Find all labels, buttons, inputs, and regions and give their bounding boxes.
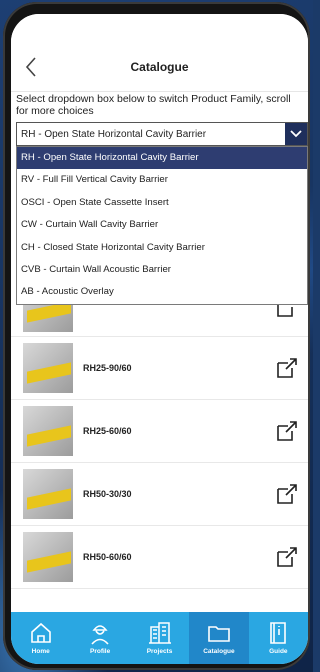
phone-frame: Catalogue Select dropdown box below to s… xyxy=(3,2,310,670)
select-value: RH - Open State Horizontal Cavity Barrie… xyxy=(21,128,207,140)
nav-label: Catalogue xyxy=(203,648,235,655)
nav-catalogue[interactable]: Catalogue xyxy=(189,612,249,664)
nav-label: Projects xyxy=(146,648,173,655)
list-item[interactable]: RH25-90/60 xyxy=(11,337,308,400)
chevron-down-icon xyxy=(290,130,302,138)
list-item[interactable]: RH50-30/30 xyxy=(11,463,308,526)
product-thumbnail xyxy=(23,406,73,456)
nav-label: Home xyxy=(31,648,50,655)
dropdown-option[interactable]: CW - Curtain Wall Cavity Barrier xyxy=(17,214,307,236)
external-link-icon[interactable] xyxy=(276,357,298,379)
product-name: RH25-90/60 xyxy=(83,363,132,373)
worker-icon xyxy=(91,625,109,645)
product-name: RH25-60/60 xyxy=(83,426,132,436)
product-name: RH50-60/60 xyxy=(83,552,132,562)
status-bar xyxy=(11,14,308,43)
product-list: RH25-120/90 RH25-90/60 RH25-60/60 xyxy=(11,282,308,589)
dropdown-option[interactable]: RV - Full Fill Vertical Cavity Barrier xyxy=(17,169,307,191)
dropdown-option[interactable]: OSCI - Open State Cassette Insert xyxy=(17,192,307,214)
external-link-icon[interactable] xyxy=(276,546,298,568)
nav-guide[interactable]: Guide xyxy=(249,612,308,664)
product-family-select[interactable]: RH - Open State Horizontal Cavity Barrie… xyxy=(16,122,308,146)
building-icon xyxy=(148,622,171,644)
dropdown-option[interactable]: AB - Acoustic Overlay xyxy=(17,281,307,303)
dropdown-menu: RH - Open State Horizontal Cavity Barrie… xyxy=(16,146,308,305)
dropdown-option[interactable]: CH - Closed State Horizontal Cavity Barr… xyxy=(17,237,307,259)
guide-book-icon xyxy=(270,622,287,644)
external-link-icon[interactable] xyxy=(276,420,298,442)
external-link-icon[interactable] xyxy=(276,483,298,505)
product-thumbnail xyxy=(23,469,73,519)
nav-label: Profile xyxy=(89,648,111,655)
dropdown-toggle[interactable] xyxy=(285,123,307,145)
home-icon xyxy=(30,622,51,643)
page-title: Catalogue xyxy=(130,60,189,74)
nav-home[interactable]: Home xyxy=(11,612,70,664)
app-screen: Catalogue Select dropdown box below to s… xyxy=(11,14,308,664)
chevron-left-icon xyxy=(25,57,36,77)
nav-label: Guide xyxy=(269,648,288,655)
bottom-nav: Home Profile Projects Catalogue Guide xyxy=(11,612,308,664)
list-item[interactable]: RH25-60/60 xyxy=(11,400,308,463)
list-item[interactable]: RH50-60/60 xyxy=(11,526,308,589)
dropdown-option[interactable]: RH - Open State Horizontal Cavity Barrie… xyxy=(17,147,307,170)
app-header: Catalogue xyxy=(11,43,308,92)
dropdown-option[interactable]: CVB - Curtain Wall Acoustic Barrier xyxy=(17,259,307,281)
nav-projects[interactable]: Projects xyxy=(130,612,189,664)
nav-profile[interactable]: Profile xyxy=(70,612,129,664)
instruction-text: Select dropdown box below to switch Prod… xyxy=(16,93,291,117)
back-button[interactable] xyxy=(17,53,45,81)
folder-icon xyxy=(208,626,230,642)
product-name: RH50-30/30 xyxy=(83,489,132,499)
product-thumbnail xyxy=(23,532,73,582)
product-thumbnail xyxy=(23,343,73,393)
